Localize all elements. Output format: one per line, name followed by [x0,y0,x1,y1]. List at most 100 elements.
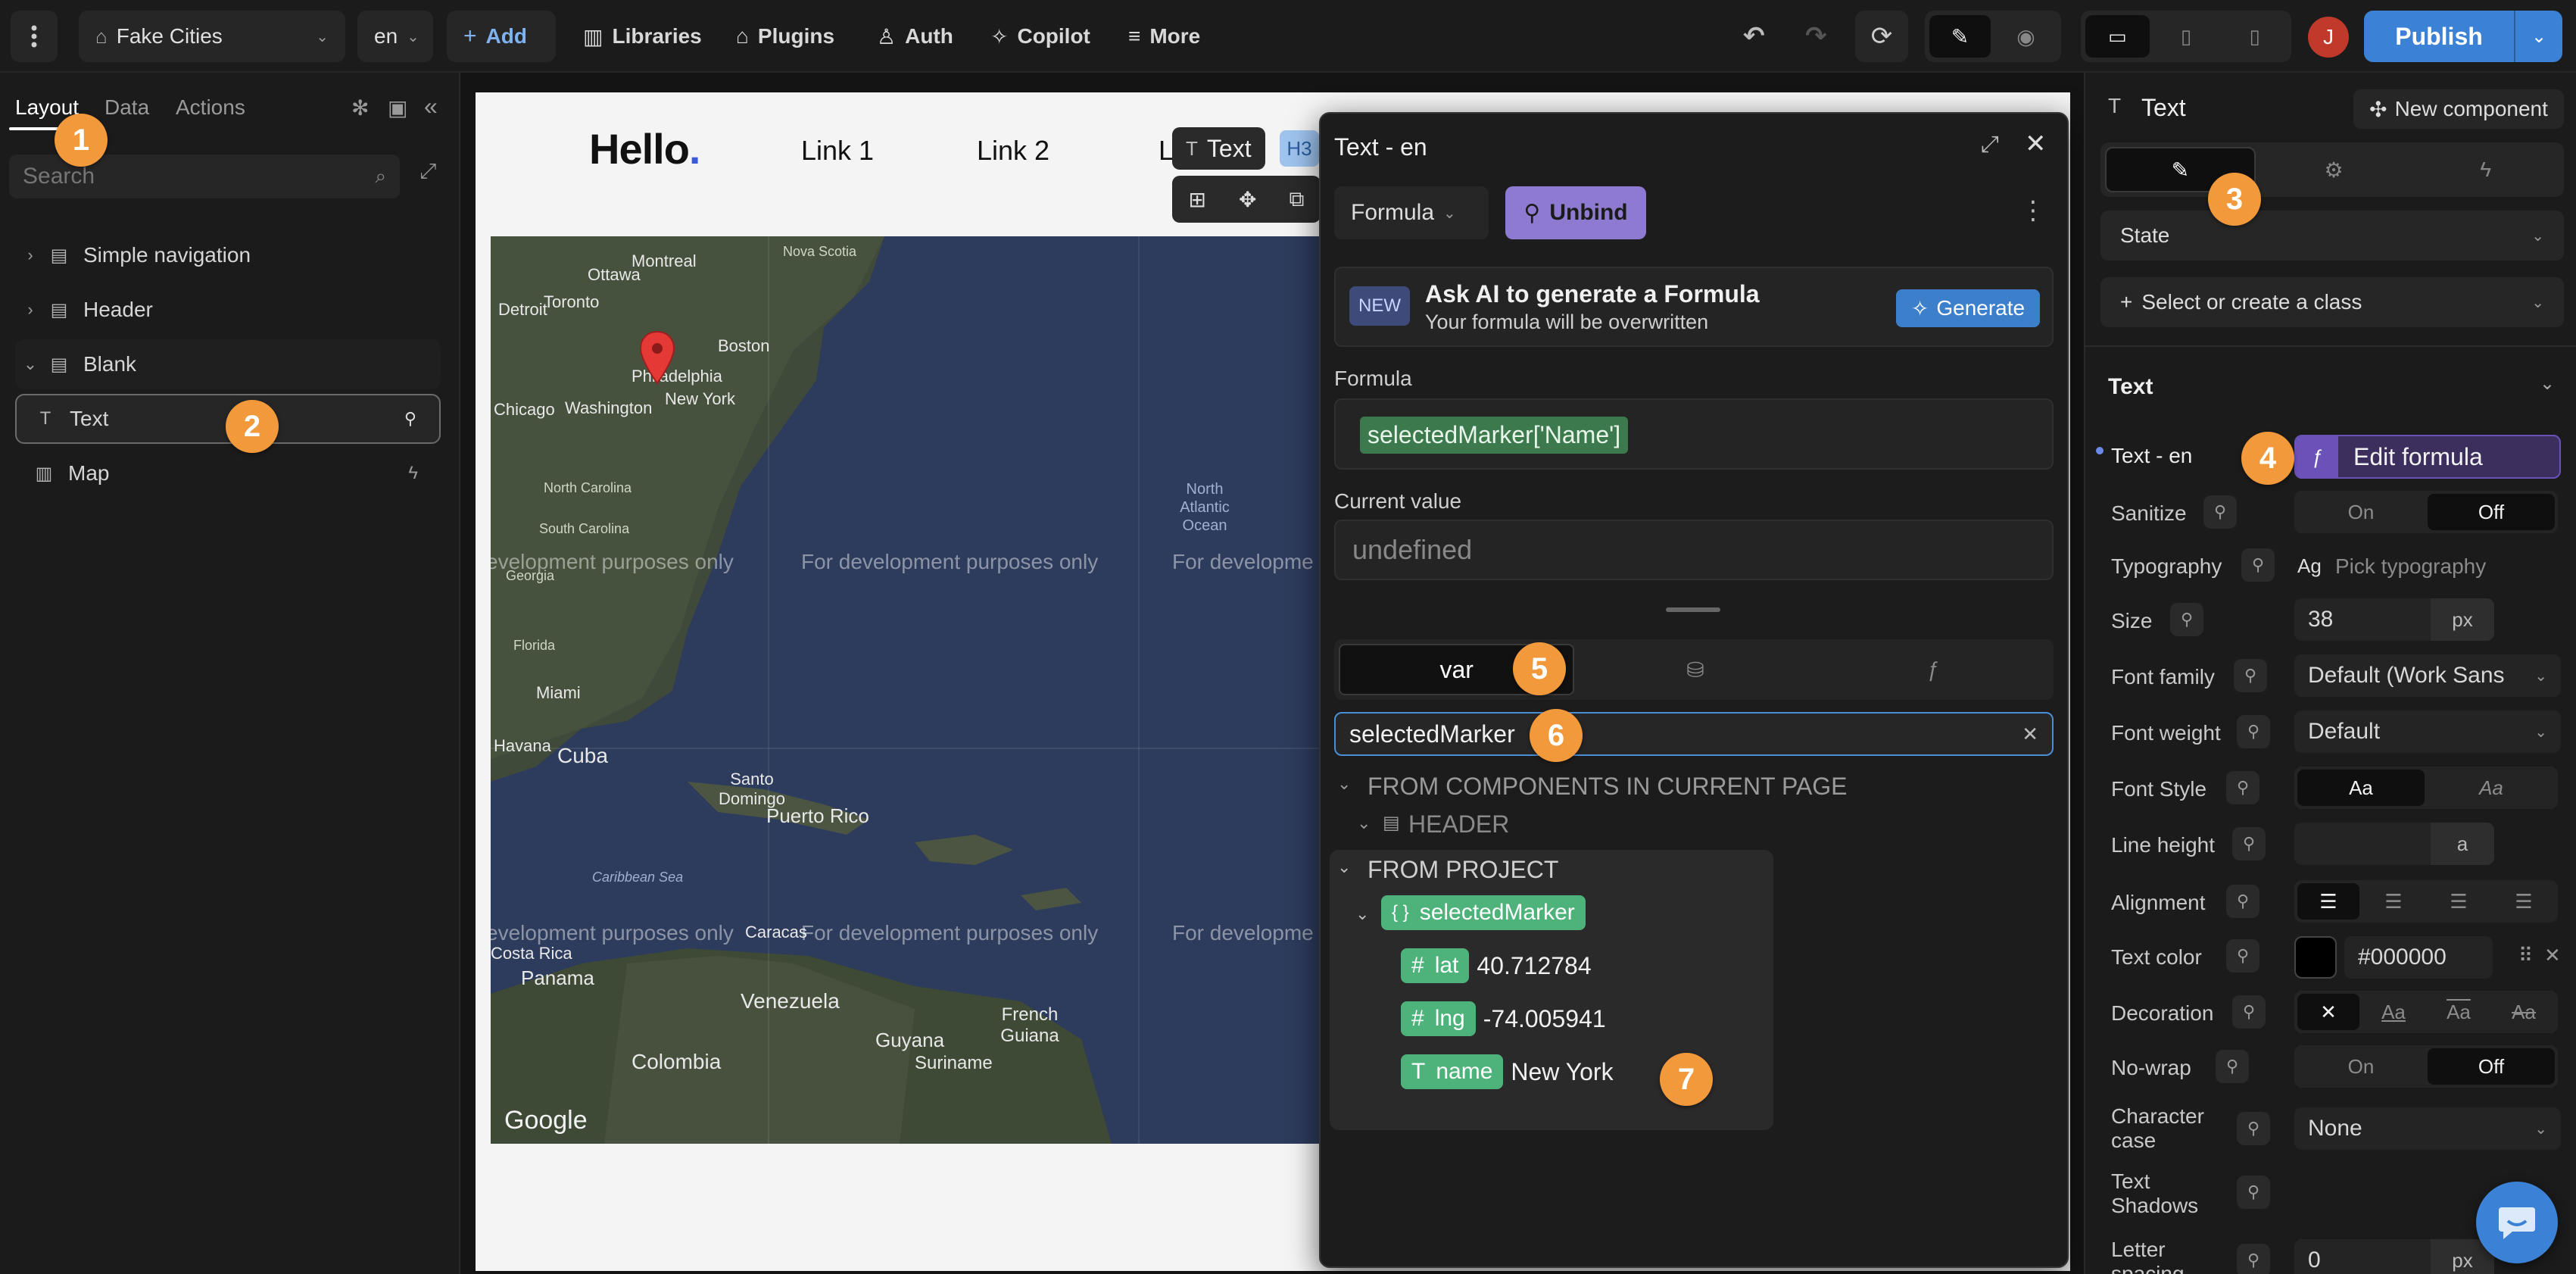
map-component[interactable]: Montreal Ottawa Toronto Boston Detroit C… [491,236,1324,1144]
tree-item-blank[interactable]: ⌄ ▤ Blank [15,339,441,389]
field-row-lat[interactable]: # lat 40.712784 [1401,948,1592,983]
align-left-icon[interactable]: ☰ [2297,883,2359,920]
remove-icon[interactable]: ✕ [2544,944,2561,967]
drag-handle-icon[interactable]: ⠿ [2518,944,2533,967]
more-button[interactable]: ≡ More [1128,11,1200,62]
language-select[interactable]: en ⌄ [357,11,433,62]
close-icon[interactable]: ✕ [2025,129,2047,159]
bind-icon[interactable]: ⚲ [2170,603,2203,636]
tab-database-icon[interactable]: ⛁ [1579,644,1811,695]
field-key[interactable]: Tname [1401,1054,1504,1089]
preview-eye-icon[interactable]: ◉ [1995,15,2057,58]
formula-editor[interactable]: selectedMarker['Name'] [1334,398,2054,470]
duplicate-icon[interactable]: ⧉ [1289,187,1304,212]
tree-item-simple-navigation[interactable]: › ▤ Simple navigation [15,230,441,280]
chevron-down-icon[interactable]: ⌄ [1337,774,1351,794]
formula-token[interactable]: selectedMarker['Name'] [1360,417,1629,454]
bind-icon[interactable]: ⚲ [2237,715,2270,748]
chevron-down-icon[interactable]: ⌄ [2540,373,2555,395]
site-logo[interactable]: Hello. [589,124,700,173]
move-icon[interactable]: ✥ [1239,187,1256,212]
bind-icon[interactable]: ⚲ [2234,659,2267,692]
maximize-icon[interactable]: ⤢ [1981,132,1999,158]
chevron-right-icon[interactable]: › [15,300,45,320]
refresh-icon[interactable]: ⟳ [1855,11,1908,62]
text-color-value[interactable]: #000000 [2358,945,2447,970]
auth-button[interactable]: ♙ Auth [877,11,953,62]
map-marker-icon[interactable] [639,330,675,385]
project-select[interactable]: ⌂ Fake Cities ⌄ [79,11,345,62]
sanitize-on[interactable]: On [2297,494,2425,530]
plugins-button[interactable]: ⌂ Plugins [736,11,834,62]
mobile-icon[interactable]: ▯ [2222,15,2287,58]
variable-selectedMarker[interactable]: { } selectedMarker [1381,895,1586,930]
text-color-field[interactable]: #000000 [2344,936,2493,979]
chevron-down-icon[interactable]: ⌄ [1337,857,1351,877]
class-select[interactable]: + Select or create a class ⌄ [2100,277,2564,327]
bug-icon[interactable]: ✻ [351,95,369,120]
chevron-down-icon[interactable]: ⌄ [15,354,45,374]
character-case-select[interactable]: None ⌄ [2294,1107,2561,1150]
size-field[interactable]: 38 px [2294,598,2494,641]
header-item[interactable]: HEADER [1408,810,1509,838]
line-height-unit[interactable]: a [2431,823,2494,865]
help-chat-button[interactable] [2476,1182,2558,1263]
tablet-icon[interactable]: ▯ [2154,15,2219,58]
field-row-lng[interactable]: # lng -74.005941 [1401,1001,1606,1036]
field-key[interactable]: # lat [1401,948,1470,983]
bind-icon[interactable]: ⚲ [2226,939,2259,973]
new-component-button[interactable]: ✣ New component [2353,89,2564,129]
nav-link-2[interactable]: Link 2 [977,135,1049,167]
align-right-icon[interactable]: ☰ [2428,883,2490,920]
letter-spacing-value[interactable]: 0 [2294,1247,2431,1273]
publish-button[interactable]: Publish [2364,11,2514,62]
resize-handle[interactable] [1666,607,1720,612]
tab-actions[interactable]: Actions [176,95,245,120]
edit-formula-button[interactable]: ƒ Edit formula [2294,435,2561,479]
tab-data[interactable]: Data [104,95,149,120]
font-style-normal[interactable]: Aa [2297,770,2425,806]
generate-button[interactable]: ✧ Generate [1896,289,2040,327]
undo-icon[interactable]: ↶ [1743,11,1765,62]
chevron-right-icon[interactable]: › [15,245,45,265]
bind-icon[interactable]: ⚲ [2226,885,2259,918]
letter-spacing-field[interactable]: 0 px [2294,1239,2494,1274]
wrap-icon[interactable]: ⊞ [1189,187,1206,212]
bind-icon[interactable]: ⚲ [2241,548,2275,582]
publish-dropdown-icon[interactable]: ⌄ [2514,11,2562,62]
bind-icon[interactable]: ⚲ [2232,827,2266,860]
state-select[interactable]: State ⌄ [2100,211,2564,261]
avatar[interactable]: J [2308,17,2349,58]
font-style-italic[interactable]: Aa [2428,770,2555,806]
tab-function-icon[interactable]: ƒ [1817,644,2049,695]
panel-icon[interactable]: ▣ [388,95,407,120]
more-options-icon[interactable]: ⋮ [2020,195,2046,226]
bind-icon[interactable]: ⚲ [2237,1244,2270,1274]
tab-settings-sliders-icon[interactable]: ⚙ [2260,147,2408,192]
size-value[interactable]: 38 [2294,607,2431,632]
bind-icon[interactable]: ⚲ [2237,1176,2270,1209]
redo-icon[interactable]: ↷ [1805,11,1827,62]
tab-workflow-lightning-icon[interactable]: ϟ [2412,147,2559,192]
formula-mode-select[interactable]: Formula ⌄ [1334,186,1489,239]
variable-search[interactable]: ✕ [1334,712,2054,756]
unbind-button[interactable]: ⚲ Unbind [1505,186,1646,239]
sanitize-off[interactable]: Off [2428,494,2555,530]
chevron-down-icon[interactable]: ⌄ [1357,813,1371,833]
bind-icon[interactable]: ⚲ [2237,1112,2270,1145]
field-row-name[interactable]: Tname New York [1401,1054,1614,1089]
font-family-select[interactable]: Default (Work Sans ⌄ [2294,654,2561,697]
expand-icon[interactable]: ⤢ [419,159,436,184]
copilot-button[interactable]: ✧ Copilot [990,11,1090,62]
search-input[interactable] [23,164,356,189]
pick-typography[interactable]: Pick typography [2335,554,2486,579]
edit-mode-icon[interactable]: ✎ [1929,15,1991,58]
nav-link-1[interactable]: Link 1 [801,135,874,167]
variable-search-input[interactable] [1349,720,2001,748]
menu-icon[interactable] [11,11,58,62]
decoration-overline[interactable]: Aa [2428,994,2490,1030]
line-height-field[interactable]: a [2294,823,2494,865]
size-unit[interactable]: px [2431,598,2494,641]
align-justify-icon[interactable]: ☰ [2493,883,2555,920]
align-center-icon[interactable]: ☰ [2362,883,2425,920]
